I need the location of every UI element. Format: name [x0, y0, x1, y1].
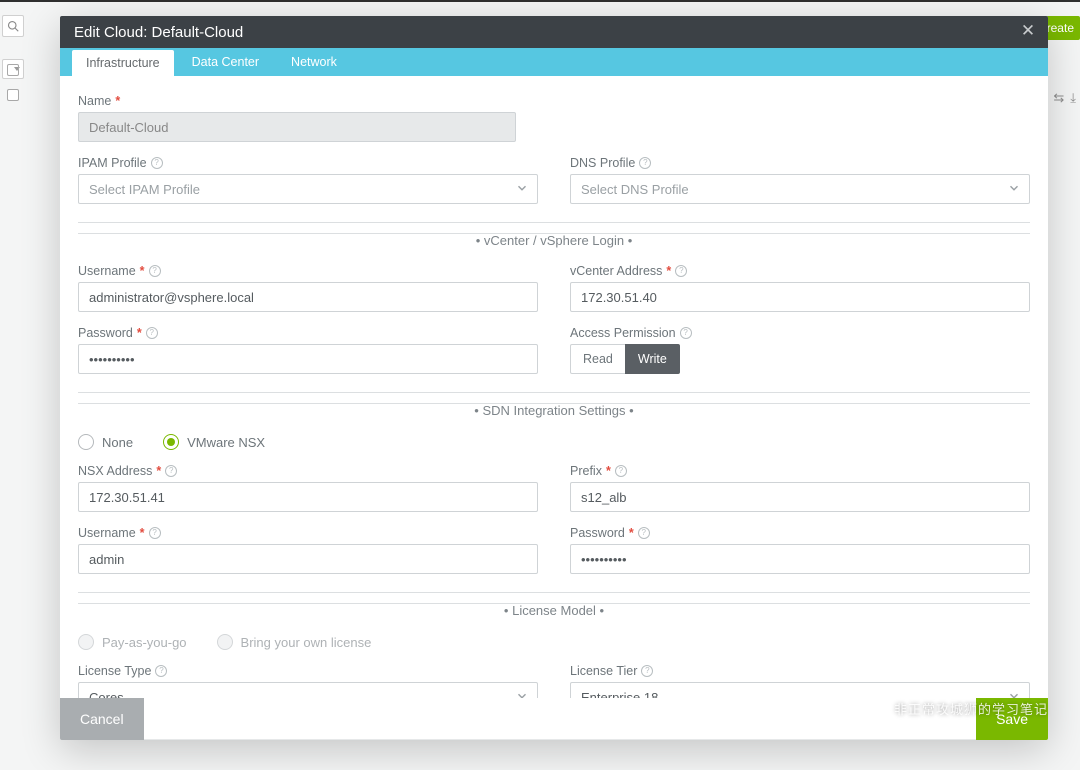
nsx-password-label: Password: [570, 526, 625, 540]
ipam-label: IPAM Profile: [78, 156, 147, 170]
modal-title: Edit Cloud: Default-Cloud: [74, 24, 243, 41]
section-license: • License Model •: [78, 603, 1030, 618]
access-read-button[interactable]: Read: [570, 344, 626, 374]
bulk-select-dropdown[interactable]: [2, 59, 24, 79]
nsx-address-label: NSX Address: [78, 464, 152, 478]
vcenter-label: vCenter Address: [570, 264, 662, 278]
download-icon[interactable]: ⤓: [1070, 90, 1076, 106]
edit-cloud-modal: Edit Cloud: Default-Cloud ✕ Infrastructu…: [60, 16, 1048, 740]
sdn-none-radio[interactable]: None: [78, 434, 133, 450]
section-sdn: • SDN Integration Settings •: [78, 403, 1030, 418]
password-input[interactable]: [78, 344, 538, 374]
section-vcenter: • vCenter / vSphere Login •: [78, 233, 1030, 248]
sdn-vmware-nsx-radio[interactable]: VMware NSX: [163, 434, 265, 450]
tab-network[interactable]: Network: [277, 48, 351, 76]
license-type-label: License Type: [78, 664, 151, 678]
help-icon[interactable]: ?: [151, 157, 163, 169]
field-name: Name*: [78, 94, 516, 142]
help-icon[interactable]: ?: [615, 465, 627, 477]
dns-profile-select[interactable]: Select DNS Profile: [570, 174, 1030, 204]
ipam-profile-select[interactable]: Select IPAM Profile: [78, 174, 538, 204]
license-type-select[interactable]: Cores: [78, 682, 538, 698]
row-checkbox[interactable]: [7, 89, 19, 101]
help-icon[interactable]: ?: [641, 665, 653, 677]
close-button[interactable]: ✕: [1018, 22, 1038, 42]
cancel-button[interactable]: Cancel: [60, 698, 144, 740]
save-button[interactable]: Save: [976, 698, 1048, 740]
chevron-down-icon: [1007, 689, 1021, 699]
help-icon[interactable]: ?: [149, 527, 161, 539]
search-button[interactable]: [2, 15, 24, 37]
nsx-address-input[interactable]: [78, 482, 538, 512]
help-icon[interactable]: ?: [149, 265, 161, 277]
help-icon[interactable]: ?: [146, 327, 158, 339]
modal-body: Name* IPAM Profile ? Select IPAM Profile…: [60, 76, 1048, 698]
help-icon[interactable]: ?: [675, 265, 687, 277]
dns-label: DNS Profile: [570, 156, 635, 170]
tab-infrastructure[interactable]: Infrastructure: [72, 50, 174, 76]
tab-bar: Infrastructure Data Center Network: [60, 48, 1048, 76]
access-permission-toggle: Read Write: [570, 344, 1030, 374]
tab-datacenter[interactable]: Data Center: [178, 48, 273, 76]
license-payg-radio[interactable]: Pay-as-you-go: [78, 634, 187, 650]
chevron-down-icon: [1007, 181, 1021, 198]
nsx-username-label: Username: [78, 526, 136, 540]
help-icon[interactable]: ?: [639, 157, 651, 169]
nsx-prefix-input[interactable]: [570, 482, 1030, 512]
username-label: Username: [78, 264, 136, 278]
help-icon[interactable]: ?: [680, 327, 692, 339]
help-icon[interactable]: ?: [165, 465, 177, 477]
modal-header: Edit Cloud: Default-Cloud ✕: [60, 16, 1048, 48]
help-icon[interactable]: ?: [155, 665, 167, 677]
license-byol-radio[interactable]: Bring your own license: [217, 634, 372, 650]
help-icon[interactable]: ?: [638, 527, 650, 539]
chevron-down-icon: [515, 689, 529, 699]
sync-icon[interactable]: ⇆: [1053, 90, 1064, 106]
license-tier-select[interactable]: Enterprise 18: [570, 682, 1030, 698]
nsx-password-input[interactable]: [570, 544, 1030, 574]
chevron-down-icon: [515, 181, 529, 198]
modal-footer: Cancel Save: [60, 698, 1048, 740]
access-write-button[interactable]: Write: [625, 344, 680, 374]
nsx-username-input[interactable]: [78, 544, 538, 574]
name-input[interactable]: [78, 112, 516, 142]
access-label: Access Permission: [570, 326, 676, 340]
nsx-prefix-label: Prefix: [570, 464, 602, 478]
name-label: Name: [78, 94, 111, 108]
vcenter-address-input[interactable]: [570, 282, 1030, 312]
license-tier-label: License Tier: [570, 664, 637, 678]
password-label: Password: [78, 326, 133, 340]
username-input[interactable]: [78, 282, 538, 312]
